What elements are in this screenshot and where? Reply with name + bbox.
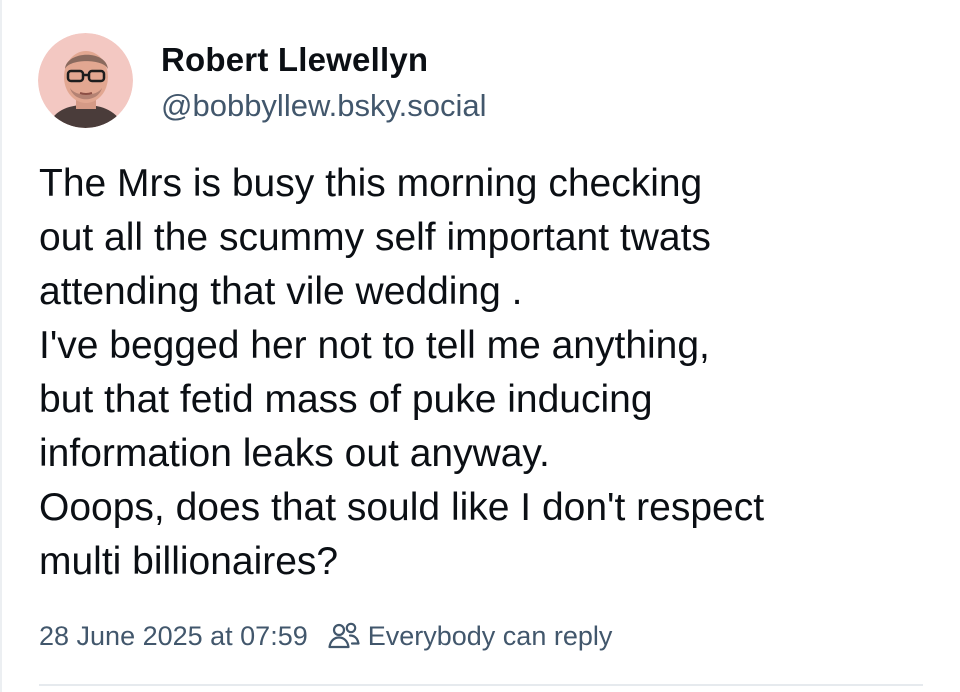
avatar-photo-icon xyxy=(38,33,133,128)
post-text: The Mrs is busy this morning checking ou… xyxy=(39,162,765,583)
post-card: Robert Llewellyn @bobbyllew.bsky.social … xyxy=(0,0,960,692)
divider xyxy=(39,684,923,686)
post-timestamp[interactable]: 28 June 2025 at 07:59 xyxy=(39,618,308,654)
author-display-name[interactable]: Robert Llewellyn xyxy=(161,40,487,80)
avatar[interactable] xyxy=(38,33,133,128)
author-handle[interactable]: @bobbyllew.bsky.social xyxy=(161,86,487,126)
post-meta: 28 June 2025 at 07:59 Everybody can repl… xyxy=(39,618,612,654)
people-icon xyxy=(326,618,362,654)
author-info: Robert Llewellyn @bobbyllew.bsky.social xyxy=(161,33,487,126)
reply-setting-label[interactable]: Everybody can reply xyxy=(368,618,613,654)
post-header: Robert Llewellyn @bobbyllew.bsky.social xyxy=(38,33,487,128)
